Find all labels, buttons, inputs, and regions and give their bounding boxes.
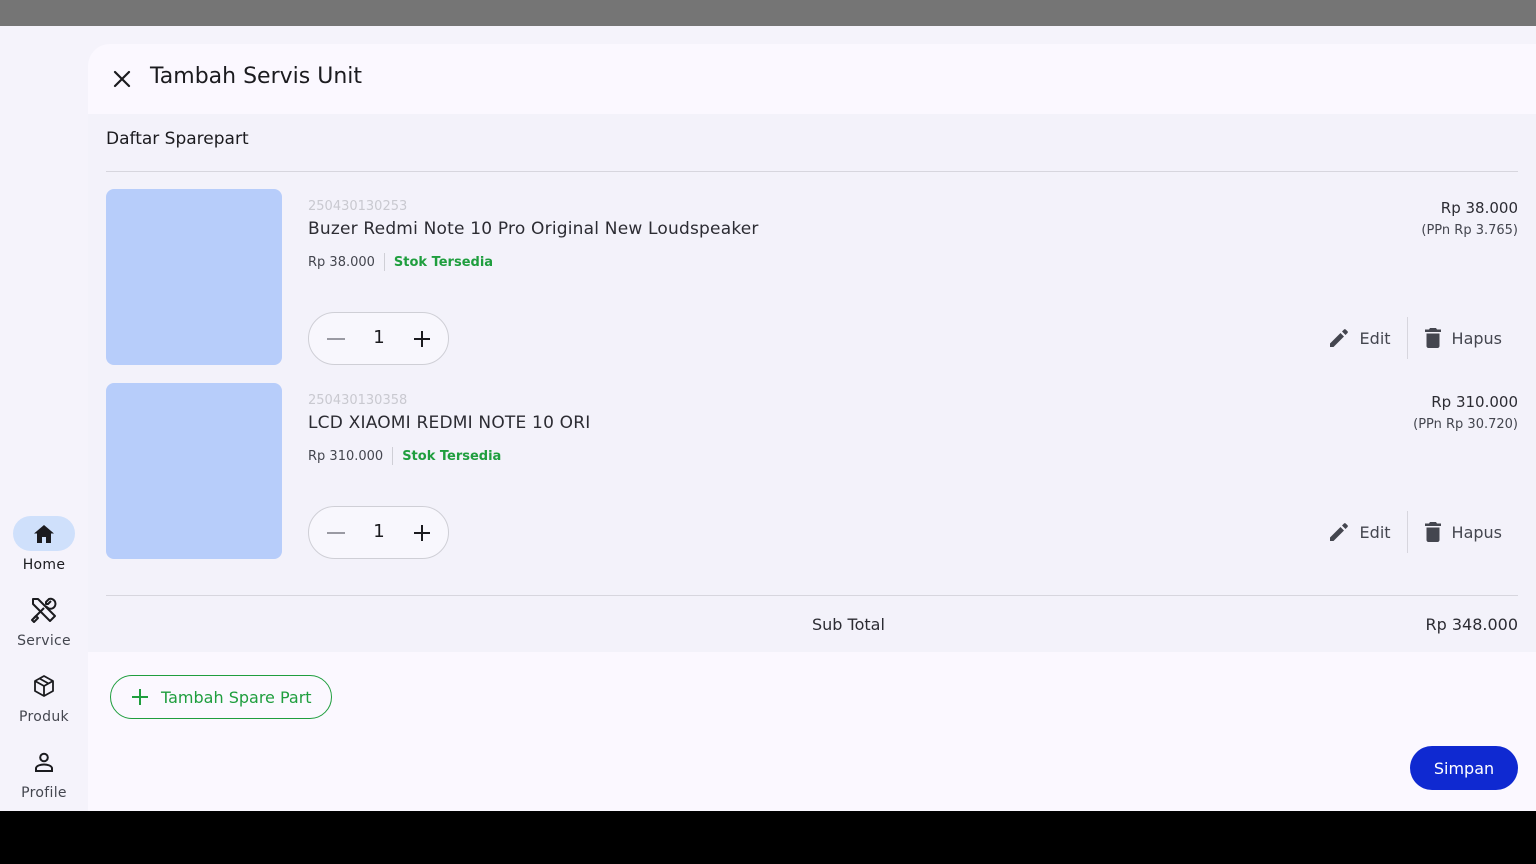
sparepart-item: 250430130253 Buzer Redmi Note 10 Pro Ori… — [106, 189, 1518, 365]
tools-icon — [13, 592, 75, 627]
edit-button[interactable]: Edit — [1312, 317, 1407, 359]
item-price-summary: Rp 310.000 (PPn Rp 30.720) — [1413, 393, 1518, 432]
trash-icon — [1424, 328, 1441, 348]
home-icon — [13, 516, 75, 551]
stock-status: Stok Tersedia — [402, 448, 502, 464]
increase-button[interactable] — [409, 520, 435, 546]
sparepart-section: Daftar Sparepart 250430130253 Buzer Redm… — [88, 114, 1536, 652]
item-actions: Edit Hapus — [1312, 317, 1518, 359]
delete-button[interactable]: Hapus — [1408, 511, 1518, 553]
pencil-icon — [1329, 523, 1348, 541]
item-sku: 250430130358 — [308, 393, 408, 408]
item-sku: 250430130253 — [308, 199, 408, 214]
section-title: Daftar Sparepart — [106, 129, 249, 149]
quantity-stepper: 1 — [308, 506, 449, 559]
item-actions: Edit Hapus — [1312, 511, 1518, 553]
navigation-rail: Home Service Produk Profile — [0, 26, 88, 811]
stock-status: Stok Tersedia — [393, 254, 494, 270]
nav-item-home[interactable]: Home — [0, 516, 88, 586]
delete-button[interactable]: Hapus — [1408, 317, 1518, 359]
item-tax: (PPn Rp 30.720) — [1413, 417, 1518, 432]
nav-label-produk: Produk — [19, 709, 69, 725]
box-icon — [13, 668, 75, 703]
divider — [106, 595, 1518, 596]
dialog-header: Tambah Servis Unit — [88, 44, 1536, 114]
save-button[interactable]: Simpan — [1410, 746, 1518, 790]
increase-button[interactable] — [409, 326, 435, 352]
nav-label-profile: Profile — [21, 785, 67, 801]
meta-separator — [383, 253, 385, 271]
system-navigation-bar — [0, 811, 1536, 864]
meta-separator — [392, 447, 394, 465]
minus-icon — [327, 532, 345, 534]
divider — [106, 171, 1518, 172]
item-total: Rp 38.000 — [1440, 199, 1518, 217]
item-unit-price: Rp 38.000 — [308, 254, 375, 270]
item-meta: Rp 310.000 Stok Tersedia — [308, 447, 501, 465]
sparepart-item: 250430130358 LCD XIAOMI REDMI NOTE 10 OR… — [106, 383, 1518, 559]
item-price-summary: Rp 38.000 (PPn Rp 3.765) — [1421, 199, 1518, 238]
plus-icon — [414, 525, 430, 541]
pencil-icon — [1329, 329, 1348, 347]
plus-icon — [132, 689, 148, 705]
decrease-button[interactable] — [323, 326, 349, 352]
quantity-stepper: 1 — [308, 312, 449, 365]
item-total: Rp 310.000 — [1431, 393, 1518, 411]
close-button[interactable] — [104, 61, 140, 97]
quantity-value: 1 — [373, 327, 385, 348]
edit-label: Edit — [1359, 522, 1391, 542]
app-window: Home Service Produk Profile Tambah Servi… — [0, 26, 1536, 811]
person-icon — [13, 744, 75, 779]
nav-label-service: Service — [17, 633, 71, 649]
quantity-value: 1 — [373, 521, 385, 542]
item-meta: Rp 38.000 Stok Tersedia — [308, 253, 493, 271]
add-service-dialog: Tambah Servis Unit Daftar Sparepart 2504… — [88, 44, 1536, 811]
nav-label-home: Home — [22, 557, 66, 573]
delete-label: Hapus — [1451, 328, 1502, 348]
add-spare-part-button[interactable]: Tambah Spare Part — [110, 675, 332, 719]
nav-item-profile[interactable]: Profile — [0, 744, 88, 814]
item-name: Buzer Redmi Note 10 Pro Original New Lou… — [308, 219, 759, 239]
edit-button[interactable]: Edit — [1312, 511, 1407, 553]
status-bar — [0, 0, 1536, 26]
item-tax: (PPn Rp 3.765) — [1421, 223, 1518, 238]
add-spare-part-label: Tambah Spare Part — [161, 687, 312, 707]
minus-icon — [327, 338, 345, 340]
item-unit-price: Rp 310.000 — [308, 448, 384, 464]
delete-label: Hapus — [1451, 522, 1502, 542]
dialog-title: Tambah Servis Unit — [150, 64, 363, 89]
edit-label: Edit — [1359, 328, 1391, 348]
nav-item-produk[interactable]: Produk — [0, 668, 88, 738]
close-icon — [113, 70, 131, 88]
plus-icon — [414, 331, 430, 347]
decrease-button[interactable] — [323, 520, 349, 546]
product-image — [106, 383, 282, 559]
subtotal-value: Rp 348.000 — [1425, 615, 1518, 634]
subtotal-label: Sub Total — [812, 615, 885, 634]
nav-item-service[interactable]: Service — [0, 592, 88, 662]
trash-icon — [1424, 522, 1441, 542]
item-name: LCD XIAOMI REDMI NOTE 10 ORI — [308, 413, 591, 433]
product-image — [106, 189, 282, 365]
